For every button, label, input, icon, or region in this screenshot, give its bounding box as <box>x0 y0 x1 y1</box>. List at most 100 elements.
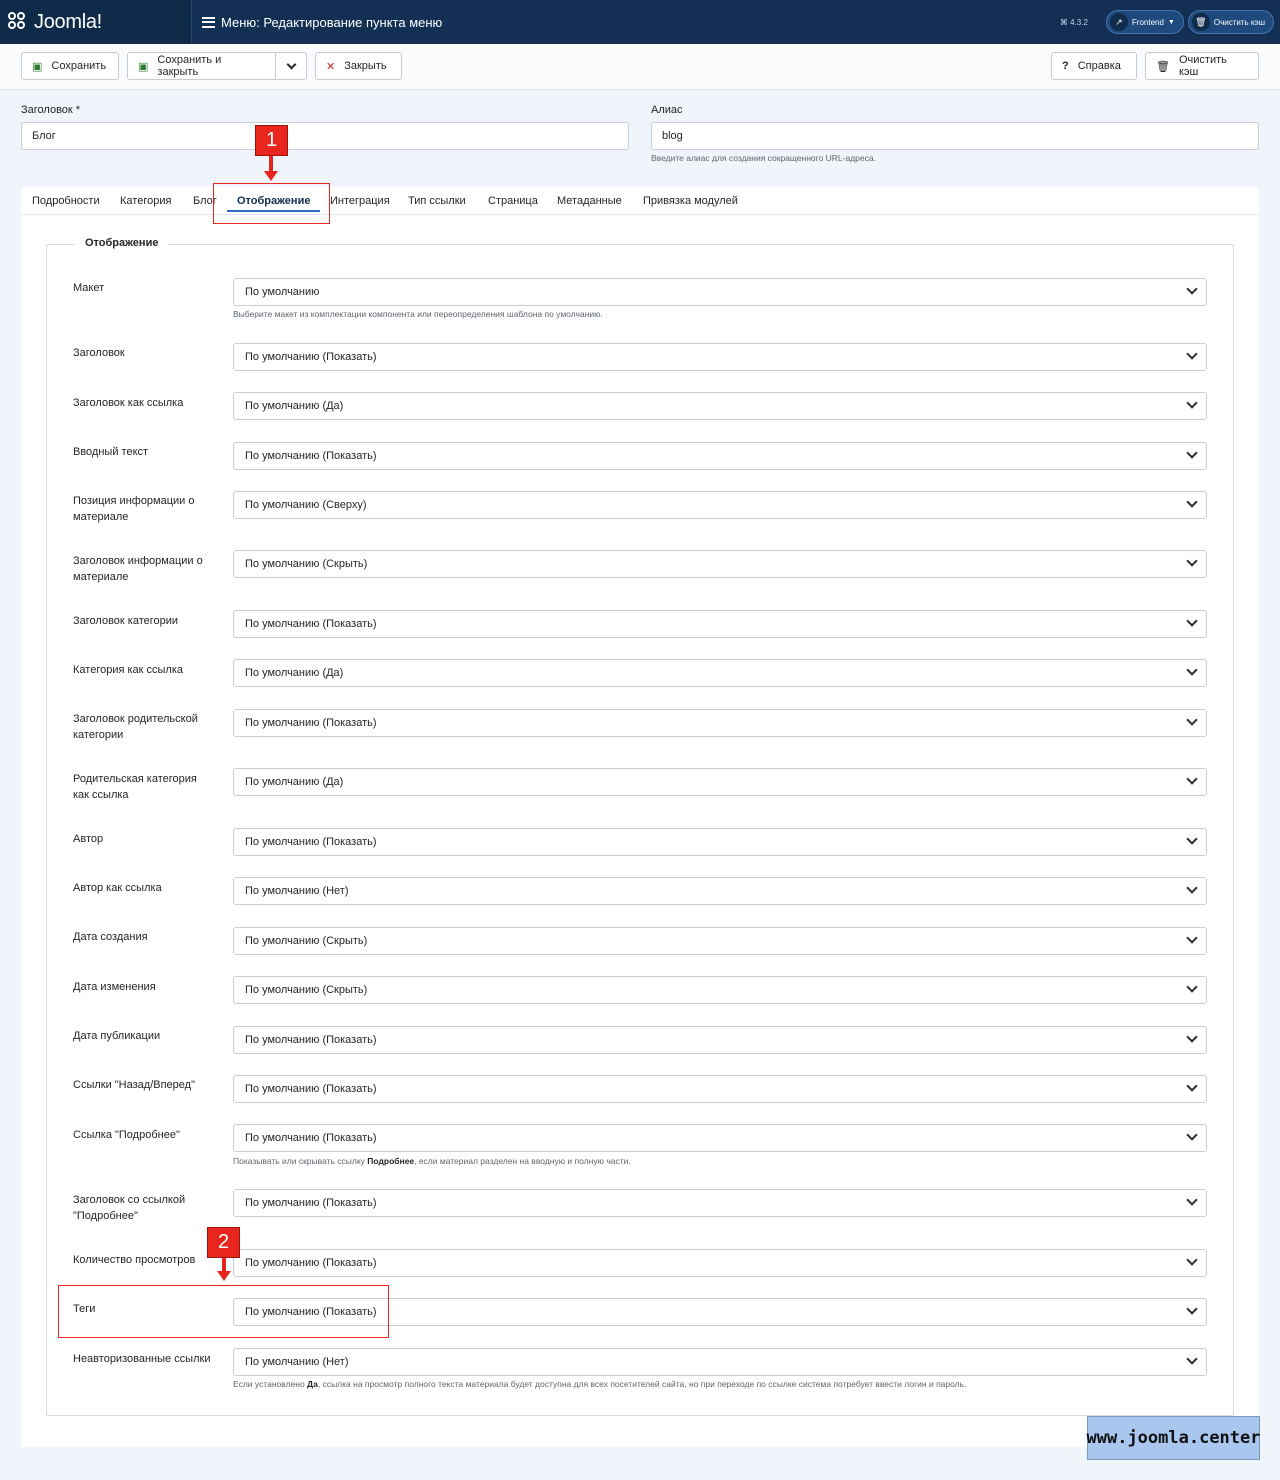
annotation-badge-2: 2 <box>207 1227 240 1258</box>
author-label: Автор <box>73 833 104 845</box>
chevron-down-icon <box>1186 773 1198 785</box>
clear-cache-button[interactable]: 🗑 Очистить кэш <box>1145 52 1259 80</box>
page-title-text: Меню: Редактирование пункта меню <box>221 14 443 30</box>
trash-icon: 🗑 <box>1156 60 1170 73</box>
publish-date-select[interactable]: По умолчанию (Показать) <box>233 1026 1207 1054</box>
readmore-title-label: Заголовок со ссылкой "Подробнее" <box>73 1194 186 1222</box>
chevron-down-icon <box>1186 348 1198 360</box>
readmore-title-select[interactable]: По умолчанию (Показать) <box>233 1189 1207 1217</box>
header-clear-cache-button[interactable]: 🗑 Очистить кэш <box>1187 10 1274 34</box>
annotation-badge-1: 1 <box>255 125 288 156</box>
annotation-arrowhead-1 <box>264 171 278 181</box>
frontend-button[interactable]: ↗ Frontend ▼ <box>1105 10 1184 34</box>
close-icon: ✕ <box>326 60 336 73</box>
toolbar: ▣ Сохранить ▣ Сохранить и закрыть ✕ Закр… <box>0 44 1280 90</box>
author-link-select[interactable]: По умолчанию (Нет) <box>233 877 1207 905</box>
category-link-select[interactable]: По умолчанию (Да) <box>233 659 1207 687</box>
tab-link-type[interactable]: Тип ссылки <box>408 187 466 215</box>
intro-text-label: Вводный текст <box>73 446 149 458</box>
question-icon: ? <box>1062 60 1069 72</box>
save-button[interactable]: ▣ Сохранить <box>21 52 119 80</box>
help-button[interactable]: ? Справка <box>1051 52 1137 80</box>
display-panel: Отображение Макет По умолчанию Выберите … <box>21 215 1259 1447</box>
title-input[interactable]: Блог <box>21 122 629 150</box>
tab-module-assignment[interactable]: Привязка модулей <box>643 187 738 215</box>
navigation-select[interactable]: По умолчанию (Показать) <box>233 1075 1207 1103</box>
title-show-select[interactable]: По умолчанию (Показать) <box>233 343 1207 371</box>
tabs-bar: Подробности Категория Блог Отображение И… <box>21 187 1259 215</box>
save-dropdown-toggle[interactable] <box>275 52 307 80</box>
chevron-down-icon <box>1186 397 1198 409</box>
author-link-label: Автор как ссылка <box>73 882 162 894</box>
tab-integration[interactable]: Интеграция <box>330 187 390 215</box>
chevron-down-icon <box>1186 981 1198 993</box>
annotation-arrow-1 <box>269 156 273 172</box>
tab-metadata[interactable]: Метаданные <box>557 187 622 215</box>
noauth-links-label: Неавторизованные ссылки <box>73 1353 211 1365</box>
create-date-select[interactable]: По умолчанию (Скрыть) <box>233 927 1207 955</box>
readmore-select[interactable]: По умолчанию (Показать) <box>233 1124 1207 1152</box>
info-title-select[interactable]: По умолчанию (Скрыть) <box>233 550 1207 578</box>
layout-hint: Выберите макет из комплектации компонент… <box>233 309 603 319</box>
page-title: Меню: Редактирование пункта меню <box>192 15 442 30</box>
chevron-down-icon <box>1186 283 1198 295</box>
info-position-select[interactable]: По умолчанию (Сверху) <box>233 491 1207 519</box>
highlight-tags-row <box>58 1285 389 1338</box>
info-title-label: Заголовок информации о материале <box>73 555 203 583</box>
title-link-label: Заголовок как ссылка <box>73 397 184 409</box>
alias-hint: Введите алиас для создания сокращенного … <box>651 153 876 163</box>
parent-category-link-select[interactable]: По умолчанию (Да) <box>233 768 1207 796</box>
chevron-down-icon <box>1186 1303 1198 1315</box>
tab-details[interactable]: Подробности <box>32 187 100 215</box>
readmore-label: Ссылка "Подробнее" <box>73 1129 180 1141</box>
parent-category-title-label: Заголовок родительской категории <box>73 713 198 741</box>
parent-category-link-label: Родительская категория как ссылка <box>73 773 197 801</box>
list-icon <box>202 16 215 28</box>
noauth-links-hint: Если установлено Да, ссылка на просмотр … <box>233 1379 967 1389</box>
chevron-down-icon <box>1186 1080 1198 1092</box>
trash-icon: 🗑 <box>1191 13 1210 31</box>
chevron-down-icon: ▼ <box>1167 18 1175 26</box>
create-date-label: Дата создания <box>73 931 148 943</box>
close-button[interactable]: ✕ Закрыть <box>315 52 402 80</box>
highlight-display-tab <box>213 183 330 224</box>
chevron-down-icon <box>1186 1353 1198 1365</box>
category-title-select[interactable]: По умолчанию (Показать) <box>233 610 1207 638</box>
modify-date-label: Дата изменения <box>73 981 156 993</box>
tab-category[interactable]: Категория <box>120 187 171 215</box>
logo-text: Joomla! <box>34 10 102 33</box>
chevron-down-icon <box>1186 1194 1198 1206</box>
save-icon: ▣ <box>32 60 43 73</box>
alias-input[interactable]: blog <box>651 122 1259 150</box>
parent-category-title-select[interactable]: По умолчанию (Показать) <box>233 709 1207 737</box>
save-icon: ▣ <box>138 60 149 73</box>
chevron-down-icon <box>1186 664 1198 676</box>
intro-text-select[interactable]: По умолчанию (Показать) <box>233 442 1207 470</box>
modify-date-select[interactable]: По умолчанию (Скрыть) <box>233 976 1207 1004</box>
chevron-down-icon <box>286 59 296 69</box>
hits-select[interactable]: По умолчанию (Показать) <box>233 1249 1207 1277</box>
hits-label: Количество просмотров <box>73 1254 196 1266</box>
readmore-hint: Показывать или скрывать ссылку Подробнее… <box>233 1156 631 1166</box>
version-label: ⌘ 4.3.2 <box>1059 17 1088 27</box>
alias-label: Алиас <box>651 104 683 116</box>
annotation-arrow-2 <box>222 1258 226 1272</box>
chevron-down-icon <box>1186 447 1198 459</box>
tab-page[interactable]: Страница <box>488 187 538 215</box>
layout-select[interactable]: По умолчанию <box>233 278 1207 306</box>
author-select[interactable]: По умолчанию (Показать) <box>233 828 1207 856</box>
chevron-down-icon <box>1186 714 1198 726</box>
noauth-links-select[interactable]: По умолчанию (Нет) <box>233 1348 1207 1376</box>
publish-date-label: Дата публикации <box>73 1030 161 1042</box>
chevron-down-icon <box>1186 555 1198 567</box>
annotation-arrowhead-2 <box>217 1271 231 1281</box>
category-title-label: Заголовок категории <box>73 615 179 627</box>
joomla-logo-icon <box>8 12 28 32</box>
save-close-button[interactable]: ▣ Сохранить и закрыть <box>127 52 276 80</box>
chevron-down-icon <box>1186 615 1198 627</box>
joomla-logo[interactable]: Joomla! <box>0 0 192 44</box>
watermark: www.joomla.center <box>1087 1416 1261 1460</box>
chevron-down-icon <box>1186 932 1198 944</box>
title-link-select[interactable]: По умолчанию (Да) <box>233 392 1207 420</box>
navigation-label: Ссылки "Назад/Вперед" <box>73 1079 195 1091</box>
